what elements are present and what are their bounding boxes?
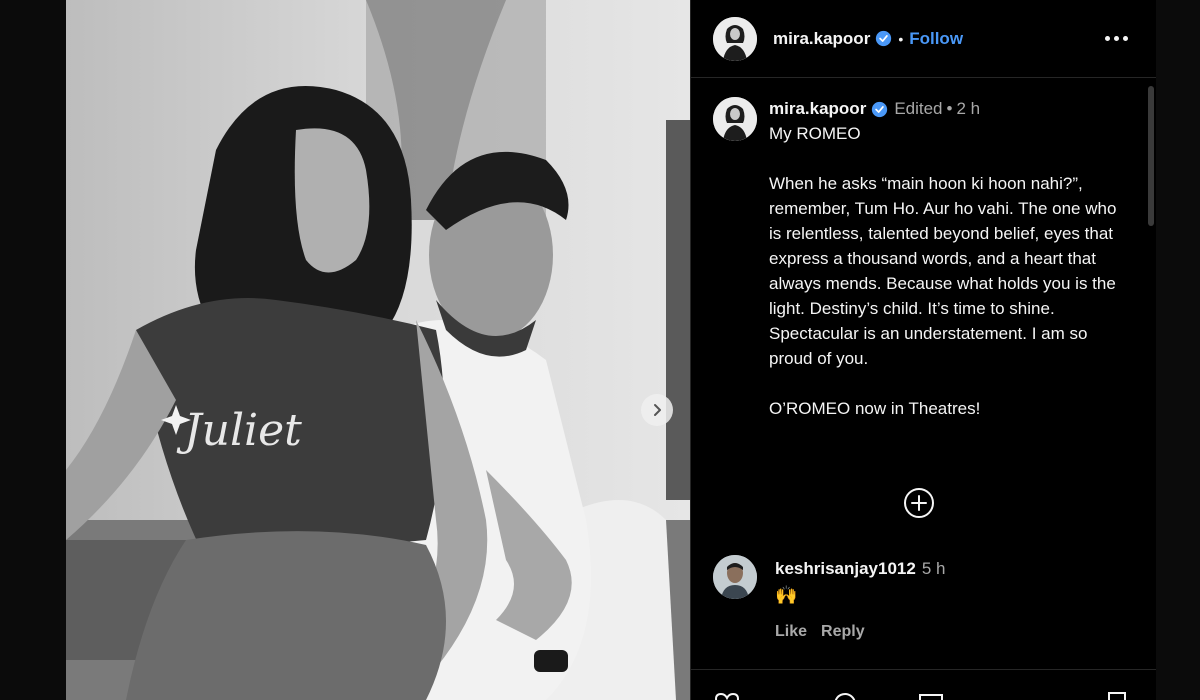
comment-username[interactable]: keshrisanjay1012: [775, 559, 916, 579]
caption-paragraph: When he asks “main hoon ki hoon nahi?”, …: [769, 174, 1117, 318]
header-separator: •: [898, 30, 904, 47]
scrollbar-thumb[interactable]: [1148, 86, 1154, 226]
caption-paragraph: Spectacular is an understatement. I am s…: [769, 324, 1088, 368]
comment-text: 🙌: [775, 585, 798, 605]
caption-username[interactable]: mira.kapoor: [769, 99, 866, 119]
more-dot-icon: [1105, 36, 1110, 41]
comments-scroll-area[interactable]: mira.kapoor Edited • 2 h My ROMEO When h…: [691, 79, 1157, 669]
post-photo[interactable]: Juliet: [66, 0, 690, 700]
bookmark-icon[interactable]: [1103, 690, 1131, 700]
shirt-text: Juliet: [176, 405, 302, 456]
caption-title: My ROMEO: [769, 124, 861, 143]
share-icon[interactable]: [917, 690, 945, 700]
header-username[interactable]: mira.kapoor: [773, 29, 870, 49]
caption-text: My ROMEO When he asks “main hoon ki hoon…: [769, 121, 1127, 421]
heart-icon[interactable]: [713, 690, 741, 700]
post-caption: mira.kapoor Edited • 2 h My ROMEO When h…: [713, 97, 1133, 421]
photo-illustration: Juliet: [66, 0, 690, 700]
backdrop-left: [0, 0, 66, 700]
comment-reply-button[interactable]: Reply: [821, 623, 865, 641]
commenter-avatar[interactable]: [713, 555, 757, 599]
comment-item: keshrisanjay1012 5 h 🙌 Like Reply: [713, 555, 1133, 641]
avatar[interactable]: [713, 16, 757, 61]
edited-label: Edited: [894, 99, 943, 118]
verified-badge-icon: [876, 30, 892, 47]
post-side-panel: mira.kapoor • Follow mira.kapoor Edited …: [690, 0, 1157, 700]
verified-badge-icon: [872, 101, 888, 117]
next-image-button[interactable]: [641, 394, 673, 426]
load-more-comments-icon[interactable]: [903, 487, 935, 519]
more-options-button[interactable]: [1099, 30, 1134, 47]
more-dot-icon: [1114, 36, 1119, 41]
comment-time[interactable]: 5 h: [922, 559, 946, 579]
caption-avatar[interactable]: [713, 97, 757, 141]
comment-like-button[interactable]: Like: [775, 623, 807, 641]
post-header: mira.kapoor • Follow: [691, 0, 1156, 78]
comment-icon[interactable]: [831, 690, 859, 700]
caption-separator: •: [946, 99, 953, 118]
caption-paragraph: O’ROMEO now in Theatres!: [769, 399, 981, 418]
backdrop-right: [1156, 0, 1200, 700]
caption-time[interactable]: 2 h: [956, 99, 980, 119]
follow-button[interactable]: Follow: [909, 29, 963, 49]
chevron-right-icon: [654, 404, 661, 416]
action-bar: [691, 669, 1157, 700]
more-dot-icon: [1123, 36, 1128, 41]
